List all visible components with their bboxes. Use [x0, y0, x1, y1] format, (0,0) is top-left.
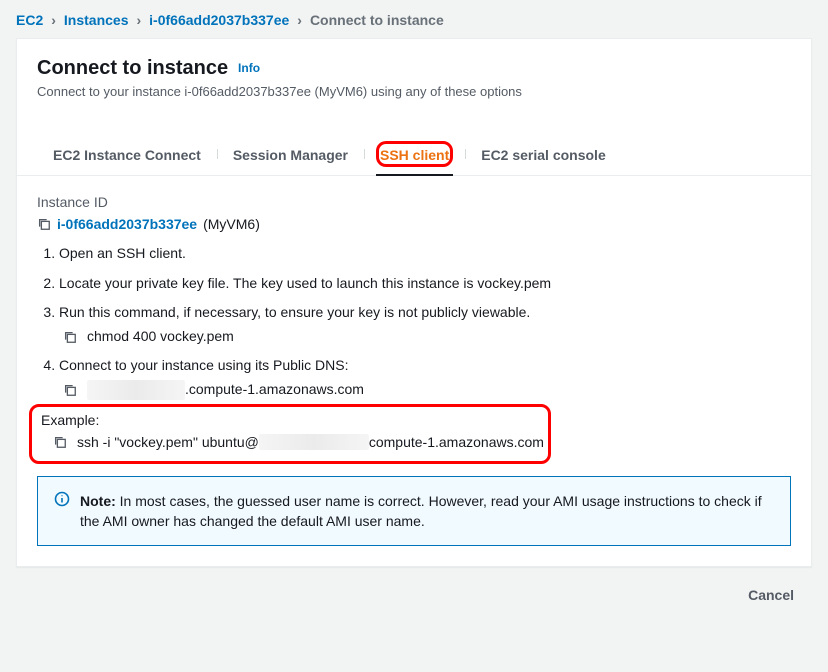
step-4: Connect to your instance using its Publi…	[59, 356, 791, 399]
copy-icon[interactable]	[37, 217, 51, 231]
chevron-right-icon: ›	[51, 12, 56, 28]
breadcrumb-instances[interactable]: Instances	[64, 12, 129, 28]
breadcrumb: EC2 › Instances › i-0f66add2037b337ee › …	[0, 0, 828, 38]
cancel-button[interactable]: Cancel	[738, 581, 804, 609]
page-subtitle: Connect to your instance i-0f66add2037b3…	[37, 84, 791, 99]
redacted-dns-prefix	[87, 380, 185, 400]
breadcrumb-current: Connect to instance	[310, 12, 444, 28]
copy-icon[interactable]	[63, 330, 77, 344]
note-box: Note: In most cases, the guessed user na…	[37, 476, 791, 547]
step-3: Run this command, if necessary, to ensur…	[59, 303, 791, 346]
chevron-right-icon: ›	[137, 12, 142, 28]
tab-ec2-serial-console[interactable]: EC2 serial console	[465, 133, 622, 175]
steps-list: Open an SSH client. Locate your private …	[37, 244, 791, 400]
tab-ssh-client[interactable]: SSH client	[364, 133, 465, 175]
page-title: Connect to instance	[37, 57, 228, 79]
highlight-annotation	[29, 404, 551, 464]
chmod-command: chmod 400 vockey.pem	[87, 327, 234, 347]
public-dns: .compute-1.amazonaws.com	[87, 380, 364, 400]
note-text: Note: In most cases, the guessed user na…	[80, 491, 774, 532]
example-block: Example: ssh -i "vockey.pem" ubuntu@ com…	[37, 410, 791, 456]
note-prefix: Note:	[80, 493, 116, 509]
tab-ec2-instance-connect[interactable]: EC2 Instance Connect	[37, 133, 217, 175]
highlight-annotation	[376, 141, 453, 167]
instance-id-label: Instance ID	[37, 194, 791, 210]
info-icon	[54, 491, 70, 532]
tab-content: Instance ID i-0f66add2037b337ee (MyVM6) …	[17, 176, 811, 566]
note-body: In most cases, the guessed user name is …	[80, 493, 762, 529]
step-1: Open an SSH client.	[59, 244, 791, 264]
connect-panel: Connect to instance Info Connect to your…	[16, 38, 812, 567]
instance-name: (MyVM6)	[203, 216, 260, 232]
step-3-text: Run this command, if necessary, to ensur…	[59, 304, 530, 320]
dns-suffix: .compute-1.amazonaws.com	[185, 381, 364, 397]
breadcrumb-ec2[interactable]: EC2	[16, 12, 43, 28]
chevron-right-icon: ›	[297, 12, 302, 28]
tab-session-manager[interactable]: Session Manager	[217, 133, 364, 175]
copy-icon[interactable]	[63, 383, 77, 397]
footer: Cancel	[0, 567, 828, 609]
info-link[interactable]: Info	[238, 61, 260, 75]
instance-id-link[interactable]: i-0f66add2037b337ee	[57, 216, 197, 232]
step-4-text: Connect to your instance using its Publi…	[59, 357, 348, 373]
breadcrumb-instance-id[interactable]: i-0f66add2037b337ee	[149, 12, 289, 28]
step-2: Locate your private key file. The key us…	[59, 274, 791, 294]
tabs: EC2 Instance Connect Session Manager SSH…	[17, 133, 811, 176]
